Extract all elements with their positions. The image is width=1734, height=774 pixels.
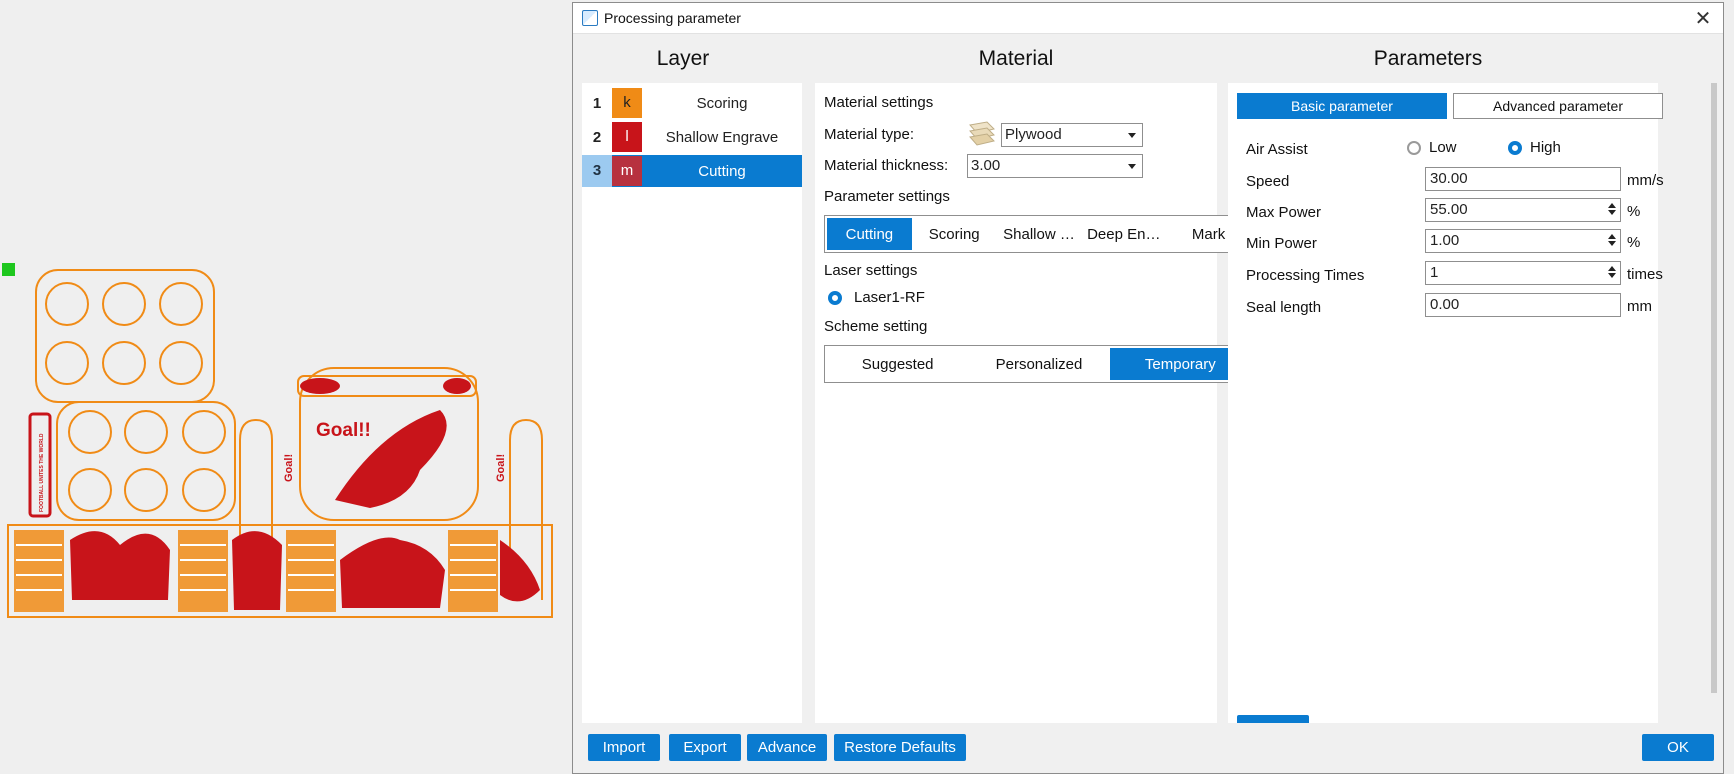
advance-button[interactable]: Advance [747,734,827,761]
engrave-crowd-art [340,537,445,608]
ok-button[interactable]: OK [1642,734,1714,761]
layer-list: 1 k Scoring 2 l Shallow Engrave 3 m Cutt… [582,83,802,723]
origin-marker [2,263,15,276]
material-type-select[interactable]: Plywood [1001,123,1143,147]
material-thickness-value: 3.00 [971,157,1001,174]
parameter-settings-label: Parameter settings [824,188,950,205]
dialog-title: Processing parameter [604,10,741,26]
seal-length-value: 0.00 [1430,296,1460,313]
goal-text-left: Goal! [283,454,295,482]
engrave-player-art [500,540,540,602]
import-button[interactable]: Import [588,734,660,761]
processing-times-label: Processing Times [1246,267,1365,284]
air-assist-label: Air Assist [1246,141,1308,158]
close-icon[interactable]: ✕ [1691,6,1715,31]
parameters-header: Parameters [1373,47,1483,70]
laser-radio[interactable] [828,291,842,305]
layer-color-swatch: m [612,156,642,186]
min-power-value: 1.00 [1430,232,1460,249]
speed-unit: mm/s [1627,172,1664,189]
air-assist-low-label: Low [1429,139,1457,156]
laser-name: Laser1-RF [854,289,925,306]
seal-length-label: Seal length [1246,299,1322,316]
hidden-button-edge [1237,715,1309,723]
layer-name: Scoring [696,94,748,112]
scheme-tab-suggested[interactable]: Suggested [827,348,968,380]
app-icon [582,10,598,26]
export-button[interactable]: Export [669,734,741,761]
engrave-trophy-art [232,531,282,610]
layer-number: 3 [582,155,612,187]
param-tab-cutting[interactable]: Cutting [827,218,912,250]
parameters-panel: Basic parameter Advanced parameter Air A… [1228,83,1664,723]
goal-text-right: Goal! [495,454,507,482]
air-assist-high-radio[interactable] [1508,141,1522,155]
goal-text-center: Goal!! [316,420,371,441]
material-thickness-select[interactable]: 3.00 [967,154,1143,178]
processing-times-spinbox[interactable]: 1 [1425,261,1621,285]
restore-defaults-button[interactable]: Restore Defaults [834,734,966,761]
scheme-setting-label: Scheme setting [824,318,928,335]
scheme-tab-personalized[interactable]: Personalized [968,348,1109,380]
vertical-slogan: FOOTBALL UNITES THE WORLD [39,433,45,512]
max-power-value: 55.00 [1430,201,1468,218]
min-power-unit: % [1627,234,1641,251]
layer-color-swatch: k [612,88,642,118]
speed-label: Speed [1246,173,1290,190]
seal-length-unit: mm [1627,298,1652,315]
layer-header: Layer [656,47,710,70]
spin-arrows-icon[interactable] [1607,232,1617,250]
layer-row-cutting[interactable]: 3 m Cutting [582,155,802,187]
scheme-tabs: Suggested Personalized Temporary [824,345,1254,383]
speed-value: 30.00 [1430,170,1468,187]
max-power-spinbox[interactable]: 55.00 [1425,198,1621,222]
spin-arrows-icon[interactable] [1607,264,1617,282]
param-tab-scoring[interactable]: Scoring [912,218,997,250]
dialog-titlebar: Processing parameter ✕ [573,3,1723,34]
air-assist-high-label: High [1530,139,1561,156]
min-power-spinbox[interactable]: 1.00 [1425,229,1621,253]
seal-length-input[interactable]: 0.00 [1425,293,1621,317]
material-settings-label: Material settings [824,94,934,111]
tray-panel-bottom [56,401,236,521]
parameter-type-tabs: Cutting Scoring Shallow … Deep En… Mark [824,215,1254,253]
layer-row-scoring[interactable]: 1 k Scoring [582,87,802,119]
layer-number: 1 [592,94,602,112]
min-power-label: Min Power [1246,235,1317,252]
layer-name: Cutting [698,162,746,180]
laser-settings-label: Laser settings [824,262,918,279]
plywood-icon [967,119,997,147]
basic-parameter-tab[interactable]: Basic parameter [1237,93,1447,119]
air-assist-low-radio[interactable] [1407,141,1421,155]
engrave-team-art [70,531,170,600]
layer-name: Shallow Engrave [665,128,779,146]
max-power-unit: % [1627,203,1641,220]
layer-number: 2 [592,128,602,146]
processing-times-value: 1 [1430,264,1439,281]
processing-times-unit: times [1627,266,1663,283]
material-thickness-label: Material thickness: [824,157,949,174]
layer-color-swatch: l [612,122,642,152]
material-type-label: Material type: [824,126,915,143]
material-header: Material [978,47,1054,70]
max-power-label: Max Power [1246,204,1322,221]
layer-row-shallow-engrave[interactable]: 2 l Shallow Engrave [582,121,802,153]
chevron-down-icon [1128,164,1136,169]
material-panel: Material settings Material type: Plywood… [815,83,1254,723]
material-type-value: Plywood [1005,126,1062,143]
advanced-parameter-tab[interactable]: Advanced parameter [1453,93,1663,119]
chevron-down-icon [1128,133,1136,138]
design-canvas[interactable]: Goal!! Goal! Goal! FOOTBALL UNITES THE W… [0,0,572,774]
design-artwork: Goal!! Goal! Goal! FOOTBALL UNITES THE W… [2,263,553,618]
speed-input[interactable]: 30.00 [1425,167,1621,191]
param-tab-deep-engrave[interactable]: Deep En… [1081,218,1166,250]
param-tab-shallow-engrave[interactable]: Shallow … [997,218,1082,250]
processing-parameter-dialog: Processing parameter ✕ Layer Material Pa… [572,2,1724,774]
spin-arrows-icon[interactable] [1607,201,1617,219]
parameters-scrollbar[interactable] [1711,83,1717,693]
